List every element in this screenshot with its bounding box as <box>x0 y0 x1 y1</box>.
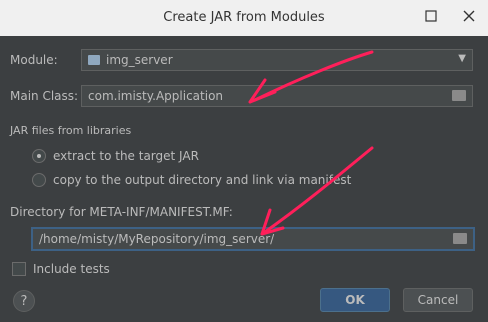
include-tests-label[interactable]: Include tests <box>33 262 110 276</box>
chevron-down-icon: ▼ <box>458 53 466 64</box>
main-class-field[interactable] <box>81 85 473 107</box>
minimize-icon[interactable] <box>423 8 439 24</box>
title-bar: Create JAR from Modules <box>0 0 488 36</box>
dialog-title: Create JAR from Modules <box>163 10 325 25</box>
create-jar-dialog: Create JAR from Modules Module: img_serv… <box>0 0 488 322</box>
ok-button[interactable]: OK <box>320 288 390 312</box>
jar-files-section-label: JAR files from libraries <box>10 124 132 137</box>
radio-extract[interactable] <box>32 149 46 163</box>
browse-folder-icon[interactable] <box>452 90 466 101</box>
radio-extract-label[interactable]: extract to the target JAR <box>53 149 199 163</box>
module-dropdown[interactable]: img_server ▼ <box>81 49 473 71</box>
main-class-label: Main Class: <box>10 89 79 103</box>
help-button[interactable]: ? <box>13 290 35 312</box>
manifest-browse-folder-icon[interactable] <box>453 233 467 244</box>
module-folder-icon <box>88 55 100 65</box>
manifest-dir-field[interactable] <box>31 227 475 251</box>
cancel-button[interactable]: Cancel <box>403 288 473 312</box>
manifest-dir-input[interactable] <box>33 229 473 249</box>
radio-copy[interactable] <box>32 173 46 187</box>
close-icon[interactable] <box>461 8 477 24</box>
radio-copy-label[interactable]: copy to the output directory and link vi… <box>53 173 351 187</box>
include-tests-checkbox[interactable] <box>12 262 26 276</box>
module-value: img_server <box>106 53 173 67</box>
module-label: Module: <box>10 53 58 67</box>
main-class-input[interactable] <box>82 86 472 106</box>
manifest-dir-label: Directory for META-INF/MANIFEST.MF: <box>10 205 233 219</box>
